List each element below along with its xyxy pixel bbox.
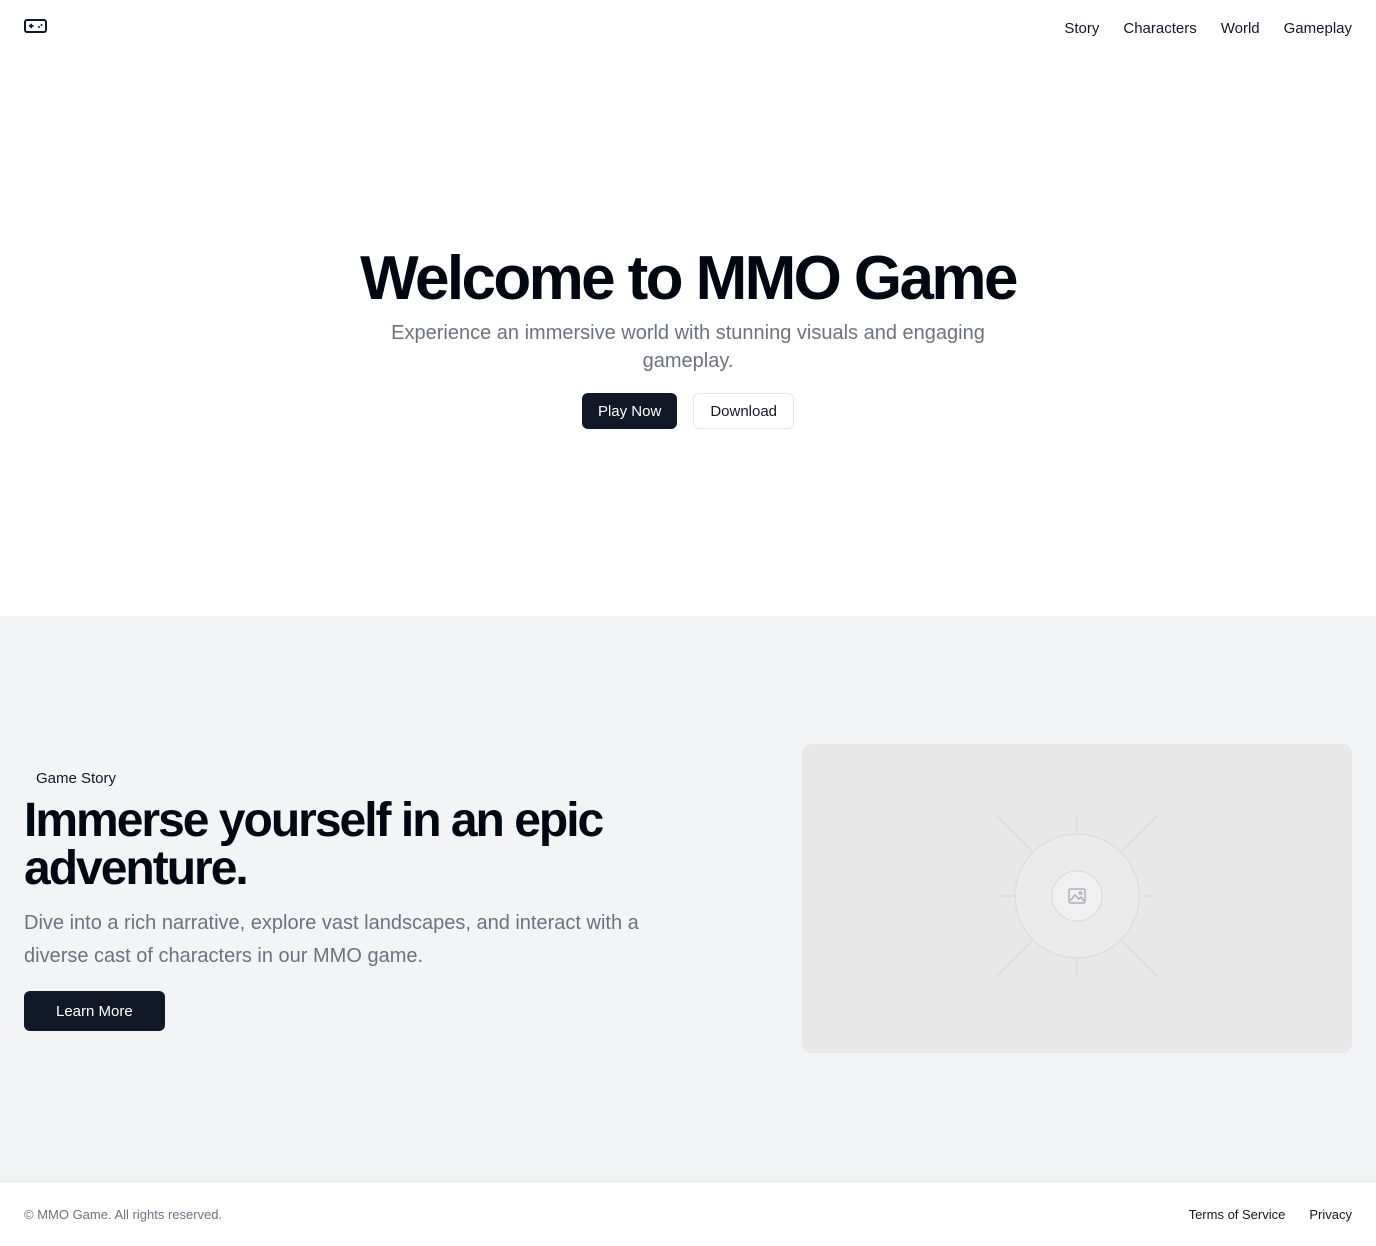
learn-more-button[interactable]: Learn More xyxy=(24,991,165,1031)
site-footer: © MMO Game. All rights reserved. Terms o… xyxy=(0,1181,1376,1246)
page: Story Characters World Gameplay Welcome … xyxy=(0,0,1376,1246)
story-heading: Immerse yourself in an epic adventure. xyxy=(24,794,604,895)
hero-title: Welcome to MMO Game xyxy=(360,244,1018,313)
nav-link-gameplay[interactable]: Gameplay xyxy=(1284,20,1352,37)
hero-section: Welcome to MMO Game Experience an immers… xyxy=(0,56,1376,616)
hero-buttons: Play Now Download xyxy=(581,393,795,430)
main-nav: Story Characters World Gameplay xyxy=(1064,20,1352,37)
site-header: Story Characters World Gameplay xyxy=(0,0,1376,56)
nav-link-world[interactable]: World xyxy=(1221,20,1260,37)
story-section: Game Story Immerse yourself in an epic a… xyxy=(0,616,1376,1181)
story-description: Dive into a rich narrative, explore vast… xyxy=(24,912,639,967)
terms-link[interactable]: Terms of Service xyxy=(1189,1207,1286,1222)
play-now-button[interactable]: Play Now xyxy=(581,393,678,430)
image-placeholder-icon xyxy=(992,811,1162,986)
story-text: Game Story Immerse yourself in an epic a… xyxy=(24,766,684,1031)
story-image xyxy=(802,744,1352,1053)
download-button[interactable]: Download xyxy=(693,393,795,430)
nav-link-story[interactable]: Story xyxy=(1064,20,1099,37)
footer-links: Terms of Service Privacy xyxy=(1189,1207,1352,1222)
privacy-link[interactable]: Privacy xyxy=(1309,1207,1352,1222)
gamepad-icon xyxy=(24,18,47,39)
nav-link-characters[interactable]: Characters xyxy=(1123,20,1196,37)
copyright-text: © MMO Game. All rights reserved. xyxy=(24,1206,223,1222)
hero-subtitle: Experience an immersive world with stunn… xyxy=(391,322,985,373)
logo-link[interactable] xyxy=(24,16,48,40)
story-badge: Game Story xyxy=(24,766,129,791)
